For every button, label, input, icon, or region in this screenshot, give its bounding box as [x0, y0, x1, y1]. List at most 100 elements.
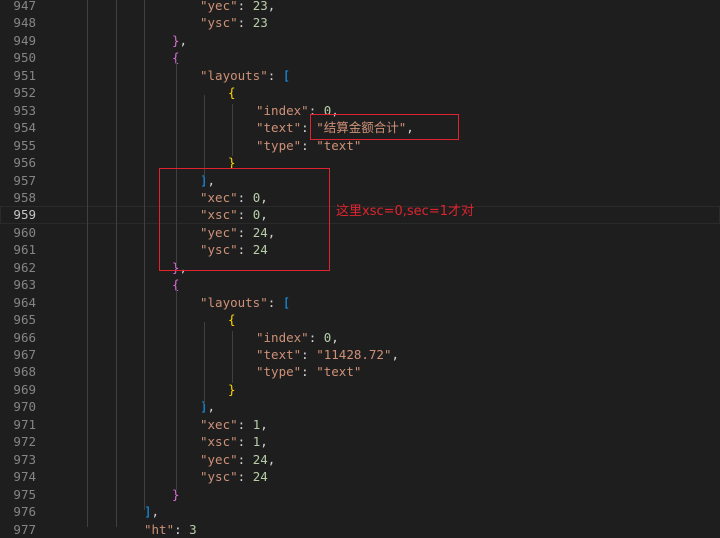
line-number: 971 [13, 416, 36, 432]
line-number: 958 [13, 189, 36, 205]
code-token: { [228, 312, 236, 328]
code-line[interactable]: 976], [0, 503, 720, 520]
code-token: , [207, 399, 216, 415]
code-line[interactable]: 952 { [0, 84, 720, 101]
code-text: "index": 0, [256, 329, 339, 346]
code-token: { [228, 85, 236, 101]
code-text: } [228, 381, 236, 398]
code-line[interactable]: 971 "xec": 1, [0, 416, 720, 433]
code-line[interactable]: 965 { [0, 311, 720, 328]
code-line[interactable]: 973 "yec": 24, [0, 451, 720, 468]
line-number: 956 [13, 155, 36, 171]
code-line[interactable]: 974 "ysc": 24 [0, 468, 720, 485]
code-line[interactable]: 966 "index": 0, [0, 329, 720, 346]
code-line[interactable]: 963{ [0, 276, 720, 293]
code-line[interactable]: 977 "ht": 3 [0, 521, 720, 538]
line-number: 960 [13, 224, 36, 240]
code-line[interactable]: 970], [0, 398, 720, 415]
code-text: { [228, 84, 236, 101]
code-token: ] [144, 504, 152, 520]
indent-guide [176, 290, 177, 490]
code-token: : [237, 469, 253, 485]
code-line[interactable]: 961 "ysc": 24 [0, 241, 720, 258]
line-number: 953 [13, 102, 36, 118]
code-text: { [228, 311, 236, 328]
code-text: "xec": 1, [200, 416, 268, 433]
code-line[interactable]: 969} [0, 381, 720, 398]
line-number: 959 [13, 207, 36, 223]
code-token: : [237, 15, 253, 31]
line-number: 968 [13, 364, 36, 380]
line-number: 951 [13, 67, 36, 83]
code-line[interactable]: 957], [0, 172, 720, 189]
code-token: 23 [252, 0, 268, 13]
code-text: "ysc": 23 [200, 14, 268, 31]
code-text: "yec": 23, [200, 0, 275, 14]
code-text: }, [172, 32, 187, 49]
line-number: 949 [13, 32, 36, 48]
code-token: "layouts" [200, 294, 268, 310]
line-number: 963 [13, 277, 36, 293]
code-token: "ht" [144, 521, 175, 537]
code-line[interactable]: 962}, [0, 259, 720, 276]
line-number: 966 [13, 329, 36, 345]
indent-guide [204, 95, 205, 177]
line-number: 976 [13, 504, 36, 520]
code-line[interactable]: 950{ [0, 49, 720, 66]
code-line[interactable]: 968 "type": "text" [0, 363, 720, 380]
code-token: , [331, 329, 339, 345]
code-token: : [237, 451, 253, 467]
line-number: 961 [13, 242, 36, 258]
code-token: , [260, 434, 268, 450]
code-line[interactable]: 967 "text": "11428.72", [0, 346, 720, 363]
line-number: 975 [13, 486, 36, 502]
code-line[interactable]: 947 "yec": 23, [0, 0, 720, 14]
line-number: 954 [13, 120, 36, 136]
highlight-box-coordinates [159, 168, 330, 271]
code-line[interactable]: 948 "ysc": 23 [0, 14, 720, 31]
code-token: "xsc" [200, 434, 238, 450]
code-token: "text" [316, 364, 362, 380]
code-token: : [267, 294, 283, 310]
line-number: 955 [13, 137, 36, 153]
code-editor[interactable]: 947 "yec": 23, 948 "ysc": 23 949}, 950{951 "la… [0, 0, 720, 537]
code-text: "xsc": 1, [200, 433, 268, 450]
code-line[interactable]: 951 "layouts": [ [0, 67, 720, 84]
line-number: 967 [13, 347, 36, 362]
code-text: "text": "11428.72", [256, 346, 399, 363]
line-number: 972 [13, 434, 36, 450]
code-text: "layouts": [ [200, 294, 290, 311]
code-line[interactable]: 964 "layouts": [ [0, 294, 720, 311]
code-text: "yec": 24, [200, 451, 275, 468]
code-token: "type" [256, 364, 302, 380]
code-token: } [228, 381, 236, 397]
code-token: : [237, 434, 253, 450]
code-token: : [237, 416, 253, 432]
code-token: , [260, 416, 268, 432]
code-text: ], [144, 503, 159, 520]
code-text: "ht": 3 [144, 521, 197, 538]
code-line[interactable]: 949}, [0, 32, 720, 49]
indent-guide [116, 0, 117, 527]
code-token: 24 [252, 451, 268, 467]
code-line[interactable]: 972 "xsc": 1, [0, 433, 720, 450]
line-number: 962 [13, 259, 36, 275]
code-token: : [267, 67, 283, 83]
code-token: "11428.72" [316, 347, 392, 362]
line-number: 969 [13, 381, 36, 397]
line-number: 974 [13, 469, 36, 485]
code-token: "layouts" [200, 67, 268, 83]
code-token: [ [282, 67, 291, 83]
line-number: 952 [13, 85, 36, 101]
indent-guide [204, 322, 205, 404]
code-token: 23 [252, 15, 268, 31]
code-line[interactable]: 956} [0, 154, 720, 171]
code-token: , [267, 451, 276, 467]
line-number: 950 [13, 50, 36, 66]
code-token: [ [282, 294, 291, 310]
line-number: 948 [13, 15, 36, 31]
code-token: "ysc" [200, 469, 238, 485]
code-line[interactable]: 960 "yec": 24, [0, 224, 720, 241]
code-text: "ysc": 24 [200, 468, 268, 485]
code-line[interactable]: 975} [0, 486, 720, 503]
